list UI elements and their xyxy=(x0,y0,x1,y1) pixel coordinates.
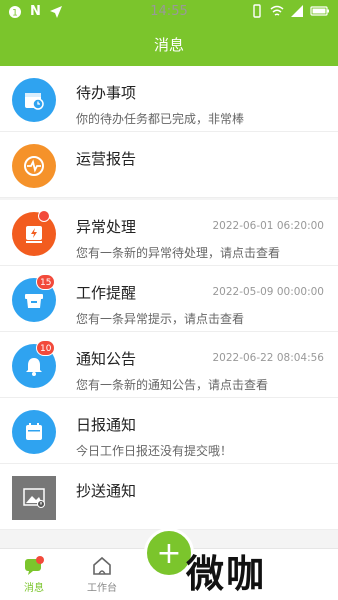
item-title: 运营报告 xyxy=(76,150,137,168)
list-item-work-reminder[interactable]: 15 工作提醒 2022-05-09 00:00:00 您有一条异常提示，请点击… xyxy=(0,266,338,332)
list-item-todo[interactable]: 待办事项 你的待办任务都已完成，非常棒 xyxy=(0,66,338,132)
item-title: 日报通知 xyxy=(76,416,137,434)
daily-icon-badge xyxy=(12,410,56,454)
wifi-icon xyxy=(270,5,284,16)
ops-icon-badge xyxy=(12,144,56,188)
item-time: 2022-06-01 06:20:00 xyxy=(212,220,324,232)
item-subtitle: 您有一条新的异常待处理，请点击查看 xyxy=(76,246,281,260)
list-item-daily-report[interactable]: 日报通知 今日工作日报还没有提交哦！ xyxy=(0,398,338,464)
list-item-exception[interactable]: 异常处理 2022-06-01 06:20:00 您有一条新的异常待处理，请点击… xyxy=(0,200,338,266)
bell-icon xyxy=(26,358,42,376)
unread-dot xyxy=(38,210,50,222)
item-subtitle: 您有一条异常提示，请点击查看 xyxy=(76,312,245,326)
tab-label: 工作台 xyxy=(87,583,117,594)
item-title: 通知公告 xyxy=(76,350,137,368)
battery-icon xyxy=(310,6,329,16)
tab-messages[interactable]: 消息 xyxy=(4,555,64,594)
item-subtitle: 你的待办任务都已完成，非常棒 xyxy=(76,112,245,126)
item-subtitle: 今日工作日报还没有提交哦！ xyxy=(76,444,233,458)
list-item-announcement[interactable]: 10 通知公告 2022-06-22 08:04:56 您有一条新的通知公告，请… xyxy=(0,332,338,398)
item-title: 待办事项 xyxy=(76,84,137,102)
item-title: 抄送通知 xyxy=(76,482,137,500)
basket-icon xyxy=(25,294,43,308)
chat-icon xyxy=(25,556,44,575)
item-time: 2022-06-22 08:04:56 xyxy=(212,352,324,364)
calendar-clock-icon xyxy=(25,93,44,110)
calendar-icon xyxy=(26,423,42,440)
vibrate-icon xyxy=(253,4,261,18)
item-title: 工作提醒 xyxy=(76,284,137,302)
item-title: 异常处理 xyxy=(76,218,137,236)
pulse-icon xyxy=(24,156,44,176)
item-time: 2022-05-09 00:00:00 xyxy=(212,286,324,298)
warning-lightning-icon xyxy=(26,226,42,243)
count-badge: 10 xyxy=(36,340,56,356)
list-item-cc-notice[interactable]: 抄送通知 xyxy=(0,464,338,530)
status-bar: 1 N 14:55 xyxy=(0,0,338,24)
message-list: 待办事项 你的待办任务都已完成，非常棒 运营报告 异常处理 2022-06-01… xyxy=(0,66,338,530)
count-badge: 15 xyxy=(36,274,56,290)
todo-icon-badge xyxy=(12,78,56,122)
status-right xyxy=(250,4,330,18)
item-subtitle: 您有一条新的通知公告，请点击查看 xyxy=(76,378,269,392)
list-item-ops-report[interactable]: 运营报告 xyxy=(0,132,338,198)
house-icon xyxy=(93,556,111,575)
cc-icon-badge xyxy=(12,476,56,520)
watermark: 微咖 xyxy=(186,551,267,596)
tab-label: 消息 xyxy=(24,583,44,594)
image-icon xyxy=(23,488,45,508)
tab-workbench[interactable]: 工作台 xyxy=(72,555,132,594)
page-title: 消息 xyxy=(0,24,338,66)
signal-icon xyxy=(291,5,303,17)
